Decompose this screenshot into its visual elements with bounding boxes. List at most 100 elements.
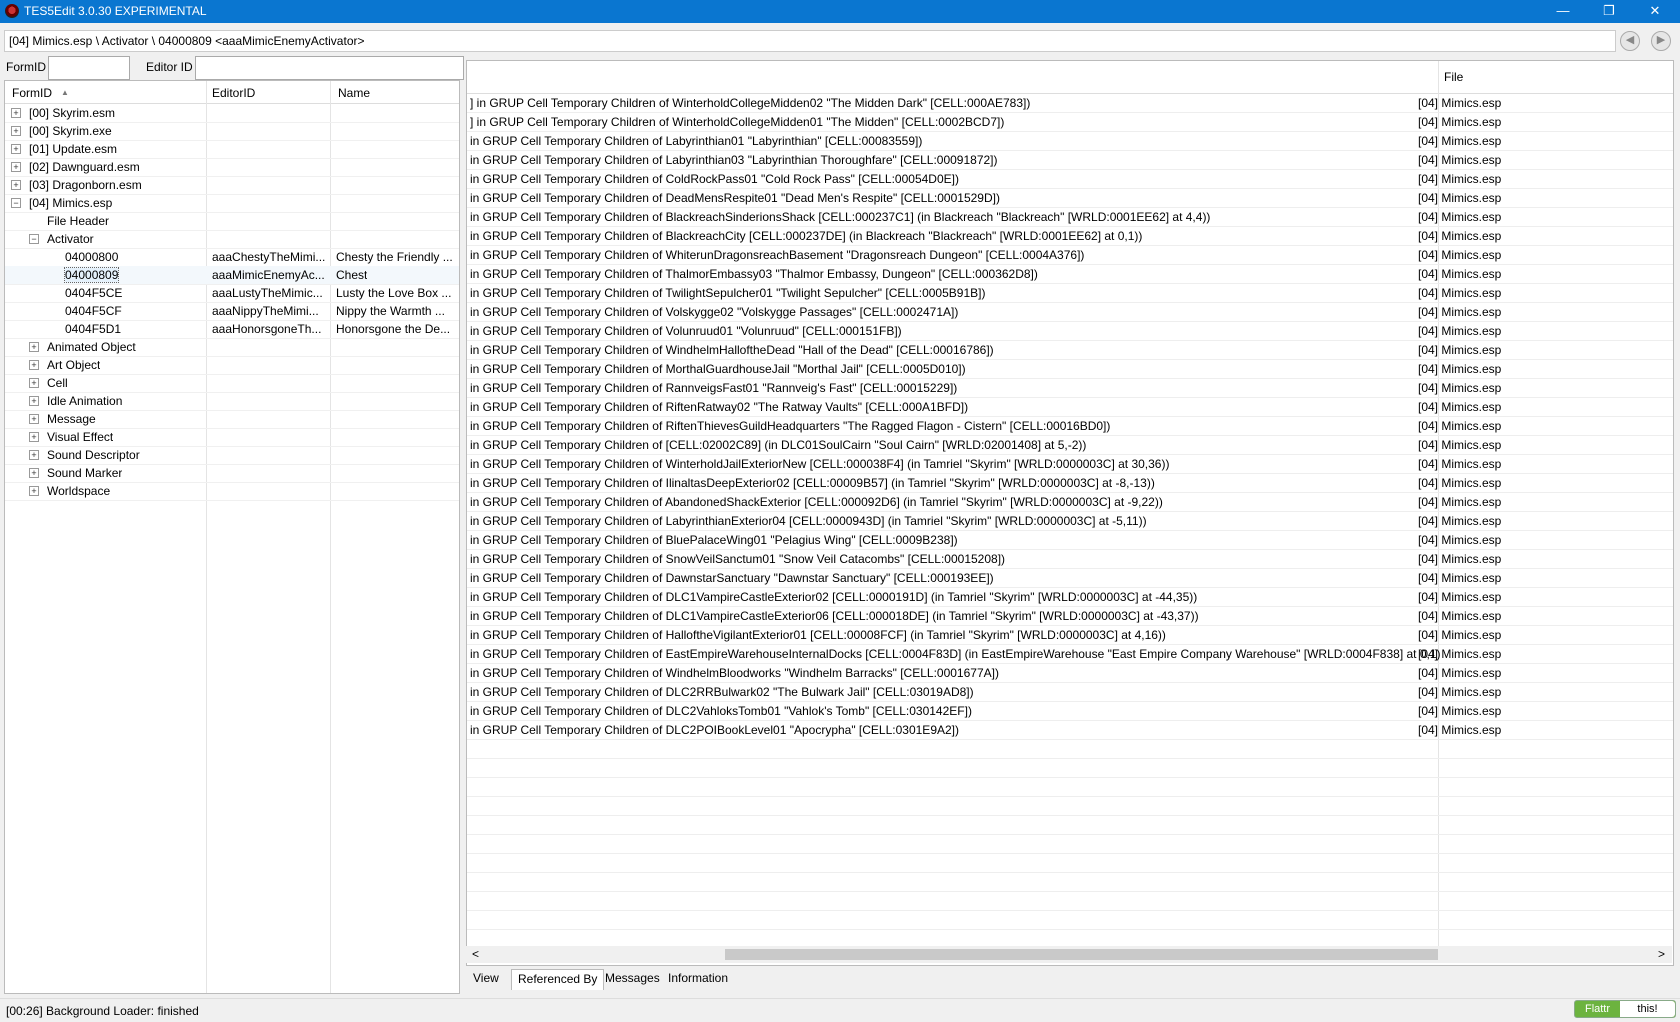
reference-row[interactable]: in GRUP Cell Temporary Children of Volun… — [467, 322, 1673, 341]
formid-filter-input[interactable] — [48, 56, 130, 80]
scrollbar-thumb[interactable] — [725, 949, 1438, 960]
collapse-icon[interactable]: − — [29, 234, 39, 244]
tree-row[interactable]: − Activator — [5, 230, 459, 249]
scroll-right-arrow-icon[interactable]: > — [1658, 947, 1665, 961]
restore-button[interactable]: ❐ — [1586, 0, 1632, 23]
horizontal-scrollbar[interactable]: < > — [466, 946, 1672, 963]
reference-row[interactable]: in GRUP Cell Temporary Children of DLC2V… — [467, 702, 1673, 721]
reference-row[interactable]: in GRUP Cell Temporary Children of Morth… — [467, 360, 1673, 379]
reference-row[interactable]: in GRUP Cell Temporary Children of EastE… — [467, 645, 1673, 664]
reference-row[interactable]: in GRUP Cell Temporary Children of Black… — [467, 227, 1673, 246]
minimize-button[interactable]: — — [1540, 0, 1586, 23]
reference-row[interactable]: in GRUP Cell Temporary Children of Windh… — [467, 341, 1673, 360]
reference-row[interactable]: in GRUP Cell Temporary Children of Labyr… — [467, 151, 1673, 170]
reference-row[interactable]: in GRUP Cell Temporary Children of Aband… — [467, 493, 1673, 512]
reference-row[interactable]: in GRUP Cell Temporary Children of Winte… — [467, 455, 1673, 474]
reference-row[interactable]: in GRUP Cell Temporary Children of Hallo… — [467, 626, 1673, 645]
reference-row[interactable]: in GRUP Cell Temporary Children of Black… — [467, 208, 1673, 227]
expand-icon[interactable]: + — [29, 486, 39, 496]
tab-referenced-by[interactable]: Referenced By — [511, 969, 605, 990]
reference-row[interactable]: in GRUP Cell Temporary Children of [CELL… — [467, 436, 1673, 455]
reference-row[interactable]: in GRUP Cell Temporary Children of DLC2P… — [467, 721, 1673, 740]
tree-row[interactable]: 0404F5CE aaaLustyTheMimic... Lusty the Lov… — [5, 284, 459, 303]
reference-file: [04] Mimics.esp — [1418, 552, 1502, 566]
reference-row[interactable]: in GRUP Cell Temporary Children of Rifte… — [467, 417, 1673, 436]
tree-row[interactable]: 0404F5CF aaaNippyTheMimi... Nippy the Warm… — [5, 302, 459, 321]
expand-icon[interactable]: + — [29, 396, 39, 406]
reference-row[interactable]: in GRUP Cell Temporary Children of Dawns… — [467, 569, 1673, 588]
reference-row[interactable]: in GRUP Cell Temporary Children of DLC2R… — [467, 683, 1673, 702]
close-button[interactable]: ✕ — [1632, 0, 1678, 23]
tree-row[interactable]: + Sound Descriptor — [5, 446, 459, 465]
tree-row[interactable]: + [02] Dawnguard.esm — [5, 158, 459, 177]
tree-row[interactable]: + [01] Update.esm — [5, 140, 459, 159]
reference-row[interactable]: in GRUP Cell Temporary Children of Windh… — [467, 664, 1673, 683]
back-arrow-icon[interactable]: ◀ — [1620, 31, 1640, 51]
file-column-header[interactable]: File — [1444, 70, 1463, 84]
tree-row[interactable]: 04000809 aaaMimicEnemyAc... Chest — [5, 266, 459, 285]
reference-text: in GRUP Cell Temporary Children of Hallo… — [470, 628, 1166, 642]
reference-text: in GRUP Cell Temporary Children of SnowV… — [470, 552, 1006, 566]
reference-row[interactable]: in GRUP Cell Temporary Children of Volsk… — [467, 303, 1673, 322]
reference-file: [04] Mimics.esp — [1418, 476, 1502, 490]
expand-icon[interactable]: + — [29, 432, 39, 442]
editorid-filter-input[interactable] — [195, 56, 464, 80]
tree-row[interactable]: + [00] Skyrim.esm — [5, 104, 459, 123]
expand-icon[interactable]: + — [11, 144, 21, 154]
reference-row[interactable]: in GRUP Cell Temporary Children of White… — [467, 246, 1673, 265]
collapse-icon[interactable]: − — [11, 198, 21, 208]
expand-icon[interactable]: + — [29, 468, 39, 478]
record-tree[interactable]: FormID ▲ EditorID Name + [00] Skyrim.esm +… — [4, 80, 460, 994]
tree-row[interactable]: + Message — [5, 410, 459, 429]
reference-row[interactable]: in GRUP Cell Temporary Children of SnowV… — [467, 550, 1673, 569]
referenced-by-list[interactable]: File ] in GRUP Cell Temporary Children o… — [466, 60, 1674, 966]
flattr-button[interactable]: Flattr this! — [1574, 1000, 1676, 1018]
tree-row[interactable]: 0404F5D1 aaaHonorsgoneTh... Honorsgone the… — [5, 320, 459, 339]
reference-row[interactable]: in GRUP Cell Temporary Children of DLC1V… — [467, 588, 1673, 607]
reference-row[interactable]: in GRUP Cell Temporary Children of Labyr… — [467, 512, 1673, 531]
reference-row[interactable]: ] in GRUP Cell Temporary Children of Win… — [467, 94, 1673, 113]
tree-formid: [02] Dawnguard.esm — [29, 160, 140, 174]
reference-row[interactable]: in GRUP Cell Temporary Children of Rannv… — [467, 379, 1673, 398]
editorid-column-header[interactable]: EditorID — [212, 86, 255, 100]
tree-row[interactable]: − [04] Mimics.esp — [5, 194, 459, 213]
tree-row[interactable]: + Idle Animation — [5, 392, 459, 411]
tree-row[interactable]: + [03] Dragonborn.esm — [5, 176, 459, 195]
reference-row[interactable]: in GRUP Cell Temporary Children of BlueP… — [467, 531, 1673, 550]
expand-icon[interactable]: + — [29, 414, 39, 424]
reference-row[interactable]: in GRUP Cell Temporary Children of Labyr… — [467, 132, 1673, 151]
tree-row[interactable]: File Header — [5, 212, 459, 231]
formid-column-header[interactable]: FormID — [12, 86, 52, 100]
tree-row[interactable]: + Animated Object — [5, 338, 459, 357]
reference-row[interactable]: in GRUP Cell Temporary Children of Thalm… — [467, 265, 1673, 284]
expand-icon[interactable]: + — [29, 378, 39, 388]
reference-row[interactable]: in GRUP Cell Temporary Children of Twili… — [467, 284, 1673, 303]
tree-row[interactable]: + Worldspace — [5, 482, 459, 501]
reference-row[interactable]: in GRUP Cell Temporary Children of DLC1V… — [467, 607, 1673, 626]
expand-icon[interactable]: + — [29, 360, 39, 370]
name-column-header[interactable]: Name — [338, 86, 370, 100]
reference-row[interactable]: in GRUP Cell Temporary Children of Rifte… — [467, 398, 1673, 417]
tab-view[interactable]: View — [467, 969, 505, 989]
expand-icon[interactable]: + — [29, 450, 39, 460]
reference-row[interactable]: in GRUP Cell Temporary Children of ColdR… — [467, 170, 1673, 189]
tree-row[interactable]: + Art Object — [5, 356, 459, 375]
reference-row[interactable]: in GRUP Cell Temporary Children of Ilina… — [467, 474, 1673, 493]
expand-icon[interactable]: + — [11, 108, 21, 118]
reference-row[interactable]: in GRUP Cell Temporary Children of DeadM… — [467, 189, 1673, 208]
tree-row[interactable]: 04000800 aaaChestyTheMimi... Chesty the Fr… — [5, 248, 459, 267]
reference-row[interactable]: ] in GRUP Cell Temporary Children of Win… — [467, 113, 1673, 132]
tree-row[interactable]: + Cell — [5, 374, 459, 393]
expand-icon[interactable]: + — [11, 162, 21, 172]
reference-text: in GRUP Cell Temporary Children of DLC2R… — [470, 685, 974, 699]
tree-row[interactable]: + Visual Effect — [5, 428, 459, 447]
tab-information[interactable]: Information — [662, 969, 734, 989]
scroll-left-arrow-icon[interactable]: < — [472, 947, 479, 961]
expand-icon[interactable]: + — [11, 180, 21, 190]
expand-icon[interactable]: + — [11, 126, 21, 136]
tab-messages[interactable]: Messages — [599, 969, 666, 989]
tree-row[interactable]: + Sound Marker — [5, 464, 459, 483]
forward-arrow-icon[interactable]: ▶ — [1651, 31, 1671, 51]
expand-icon[interactable]: + — [29, 342, 39, 352]
tree-row[interactable]: + [00] Skyrim.exe — [5, 122, 459, 141]
